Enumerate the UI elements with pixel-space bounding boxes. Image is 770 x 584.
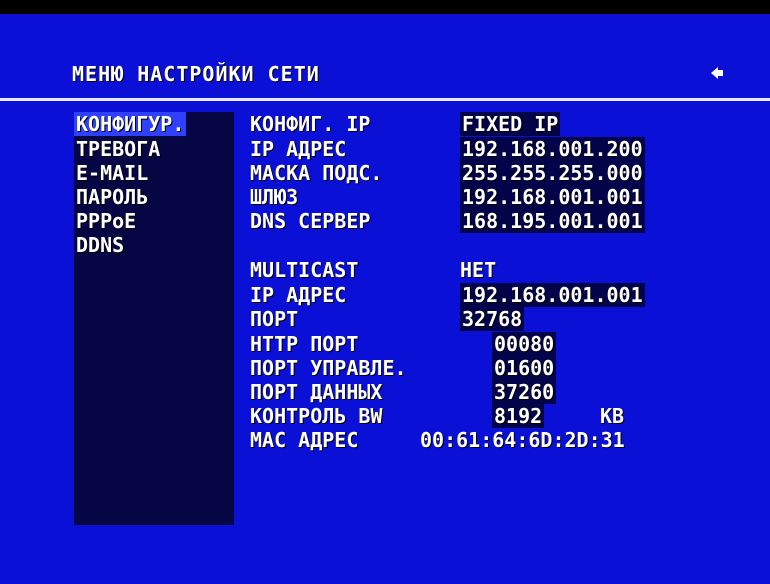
ip-address-label: IP АДРЕС bbox=[250, 137, 347, 161]
subnet-mask-label: МАСКА ПОДС. bbox=[250, 161, 383, 185]
http-port-label: HTTP ПОРТ bbox=[250, 332, 359, 356]
sidebar-item-pppoe[interactable]: PPPoE bbox=[74, 209, 138, 233]
mac-address-label: MAC АДРЕС bbox=[250, 428, 359, 452]
back-arrow-icon[interactable] bbox=[708, 64, 726, 82]
title-divider bbox=[0, 98, 770, 101]
mac-address-value: 00:61:64:6D:2D:31 bbox=[420, 428, 625, 452]
multicast-ip-label: IP АДРЕС bbox=[250, 283, 347, 307]
control-port-label: ПОРТ УПРАВЛЕ. bbox=[250, 356, 407, 380]
multicast-label: MULTICAST bbox=[250, 258, 359, 282]
dns-field[interactable]: 168.195.001.001 bbox=[460, 209, 645, 233]
network-settings-screen: МЕНЮ НАСТРОЙКИ СЕТИ КОНФИГУР. ТРЕВОГА E-… bbox=[0, 0, 770, 584]
bandwidth-unit: KB bbox=[600, 404, 625, 428]
data-port-label: ПОРТ ДАННЫХ bbox=[250, 380, 383, 404]
multicast-value[interactable]: НЕТ bbox=[460, 258, 496, 282]
bandwidth-label: КОНТРОЛЬ BW bbox=[250, 404, 383, 428]
sidebar-item-email[interactable]: E-MAIL bbox=[74, 161, 150, 185]
subnet-mask-field[interactable]: 255.255.255.000 bbox=[460, 161, 645, 185]
multicast-ip-field[interactable]: 192.168.001.001 bbox=[460, 283, 645, 307]
sidebar-item-password[interactable]: ПАРОЛЬ bbox=[74, 185, 150, 209]
sidebar-item-config[interactable]: КОНФИГУР. bbox=[74, 112, 187, 136]
sidebar-item-alarm[interactable]: ТРЕВОГА bbox=[74, 137, 162, 161]
control-port-field[interactable]: 01600 bbox=[492, 356, 557, 380]
data-port-field[interactable]: 37260 bbox=[492, 380, 557, 404]
top-black-bar bbox=[0, 0, 770, 14]
multicast-port-label: ПОРТ bbox=[250, 307, 299, 331]
ip-mode-value[interactable]: FIXED IP bbox=[460, 112, 561, 136]
page-title: МЕНЮ НАСТРОЙКИ СЕТИ bbox=[72, 62, 320, 86]
ip-address-field[interactable]: 192.168.001.200 bbox=[460, 137, 645, 161]
multicast-port-field[interactable]: 32768 bbox=[460, 307, 525, 331]
gateway-field[interactable]: 192.168.001.001 bbox=[460, 185, 645, 209]
sidebar-item-ddns[interactable]: DDNS bbox=[74, 233, 126, 257]
ip-mode-label: КОНФИГ. IP bbox=[250, 112, 371, 136]
http-port-field[interactable]: 00080 bbox=[492, 332, 557, 356]
gateway-label: ШЛЮЗ bbox=[250, 185, 299, 209]
dns-label: DNS СЕРВЕР bbox=[250, 209, 371, 233]
bandwidth-field[interactable]: 8192 bbox=[492, 404, 545, 428]
